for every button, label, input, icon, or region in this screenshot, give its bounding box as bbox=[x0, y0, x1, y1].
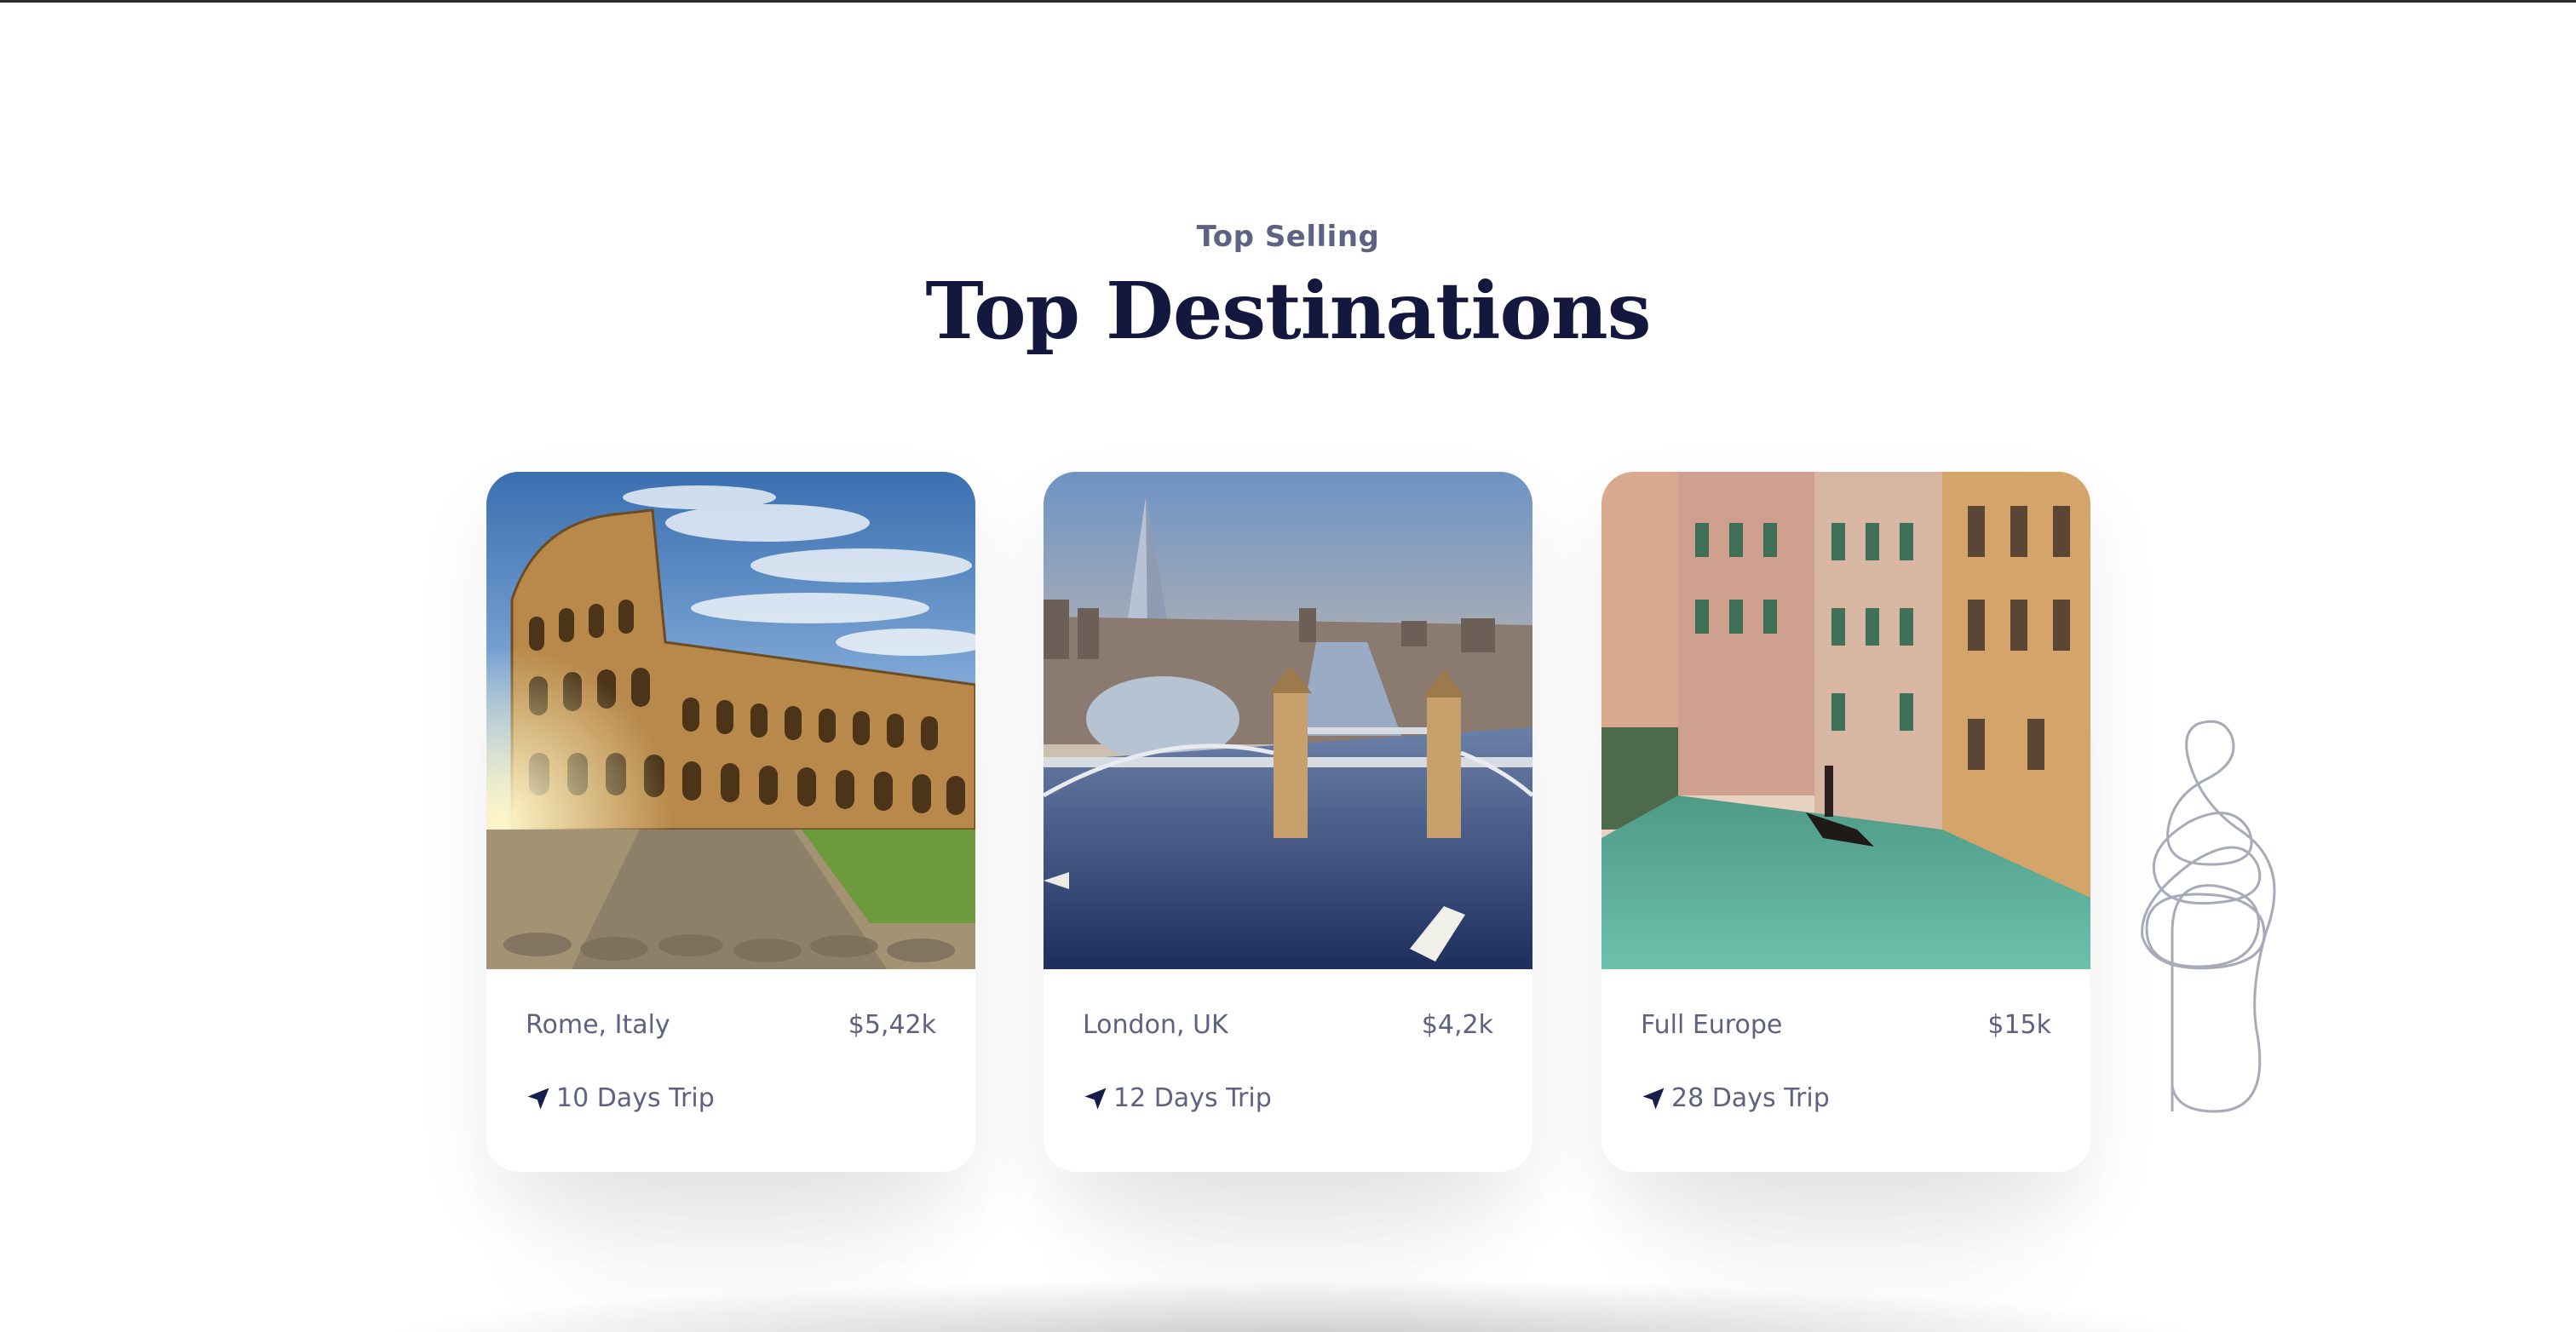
destination-name: Rome, Italy bbox=[526, 1010, 670, 1040]
navigation-arrow-icon bbox=[1084, 1088, 1107, 1109]
top-border bbox=[0, 0, 2576, 3]
destination-name: Full Europe bbox=[1641, 1010, 1783, 1040]
destination-photo-rome bbox=[486, 472, 975, 969]
navigation-arrow-icon bbox=[1642, 1088, 1665, 1109]
destination-price: $5,42k bbox=[848, 1010, 936, 1040]
trip-duration: 12 Days Trip bbox=[1113, 1083, 1272, 1113]
section-title: Top Destinations bbox=[925, 265, 1651, 357]
section-eyebrow: Top Selling bbox=[1196, 220, 1380, 254]
destination-price: $15k bbox=[1987, 1010, 2051, 1040]
section-header: Top Selling Top Destinations bbox=[0, 220, 2576, 358]
destination-card-london[interactable]: London, UK $4,2k 12 Days Trip bbox=[1044, 472, 1532, 1172]
destination-price: $4,2k bbox=[1421, 1010, 1493, 1040]
navigation-arrow-icon bbox=[527, 1088, 549, 1109]
bottom-shade bbox=[358, 1277, 2232, 1332]
destination-photo-europe bbox=[1601, 472, 2090, 969]
destination-name: London, UK bbox=[1083, 1010, 1228, 1040]
decorative-squiggle bbox=[2141, 720, 2276, 1113]
destination-photo-london bbox=[1044, 472, 1532, 969]
trip-duration: 28 Days Trip bbox=[1671, 1083, 1830, 1113]
destination-card-europe[interactable]: Full Europe $15k 28 Days Trip bbox=[1601, 472, 2090, 1172]
destination-card-rome[interactable]: Rome, Italy $5,42k 10 Days Trip bbox=[486, 472, 975, 1172]
trip-duration: 10 Days Trip bbox=[556, 1083, 715, 1113]
